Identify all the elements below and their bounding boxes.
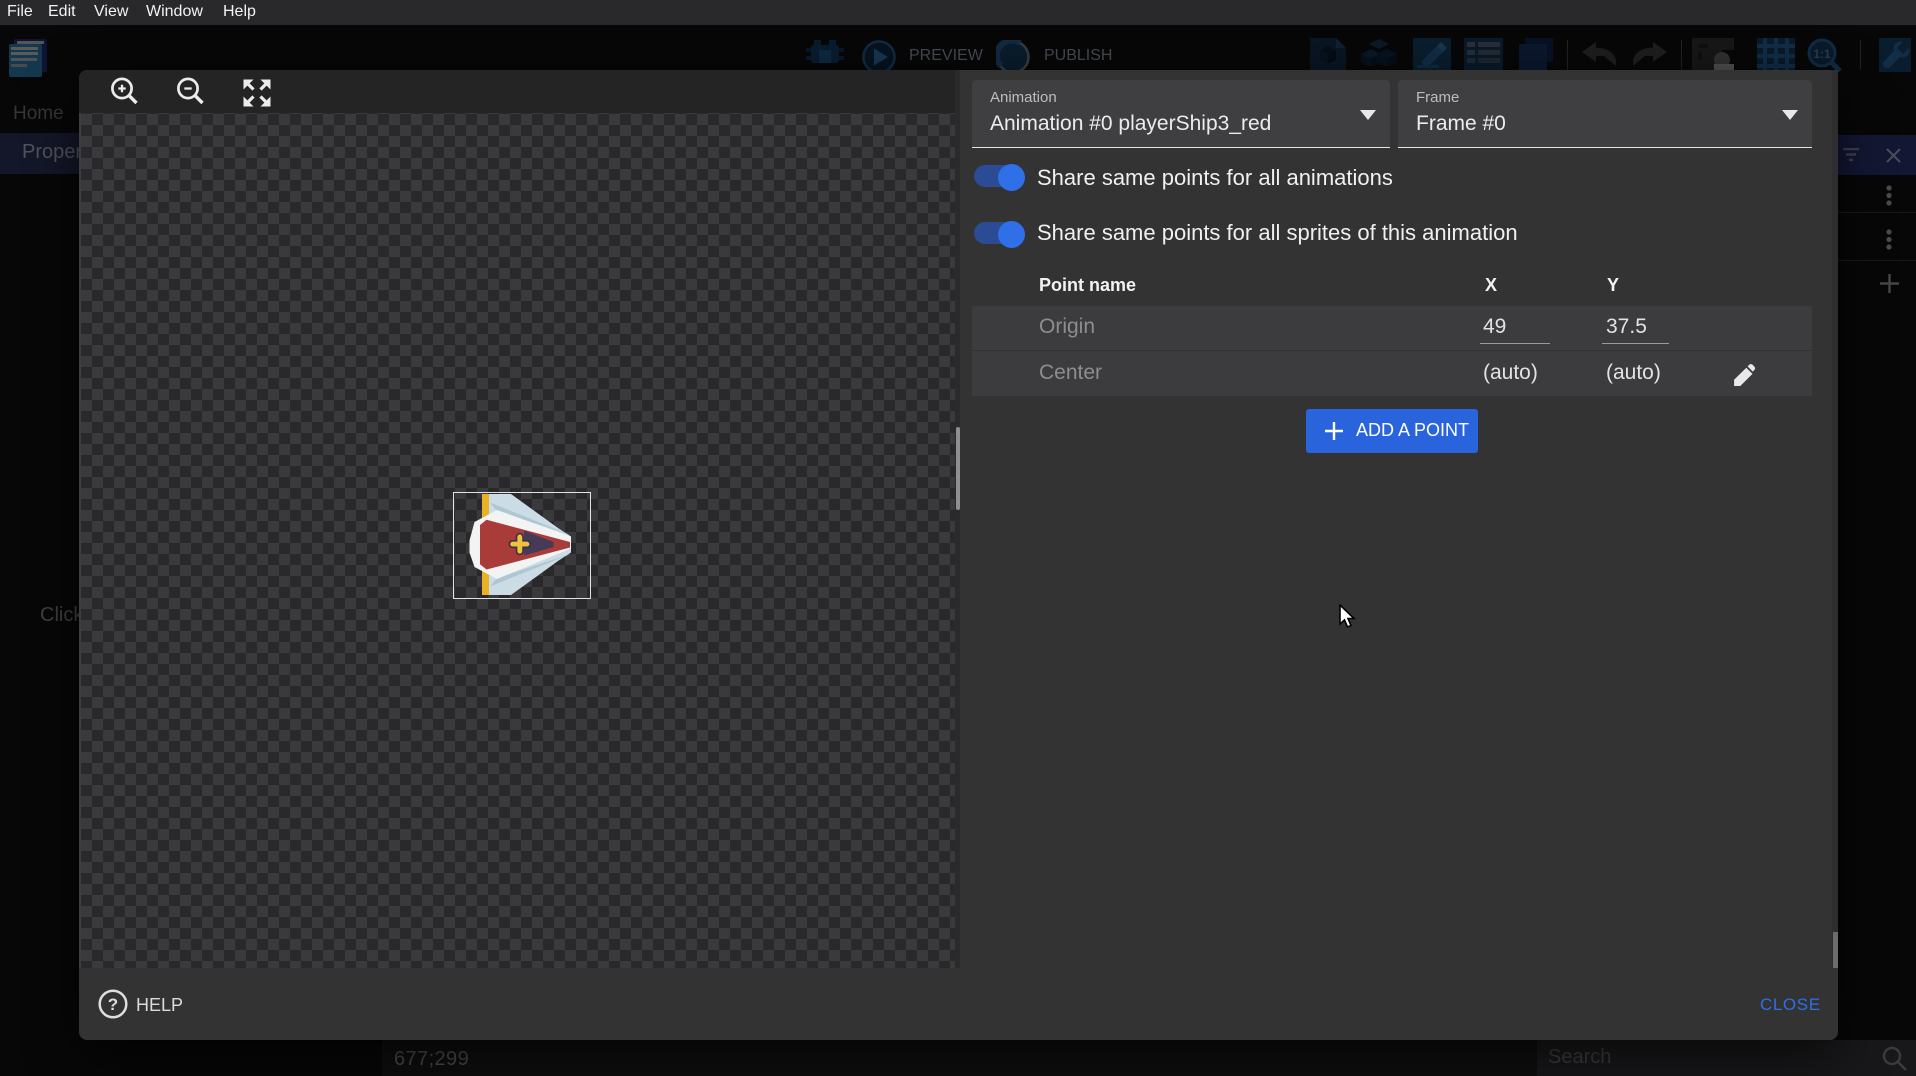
svg-text:1:1: 1:1 (1813, 47, 1831, 61)
svg-text:?: ? (108, 995, 118, 1014)
